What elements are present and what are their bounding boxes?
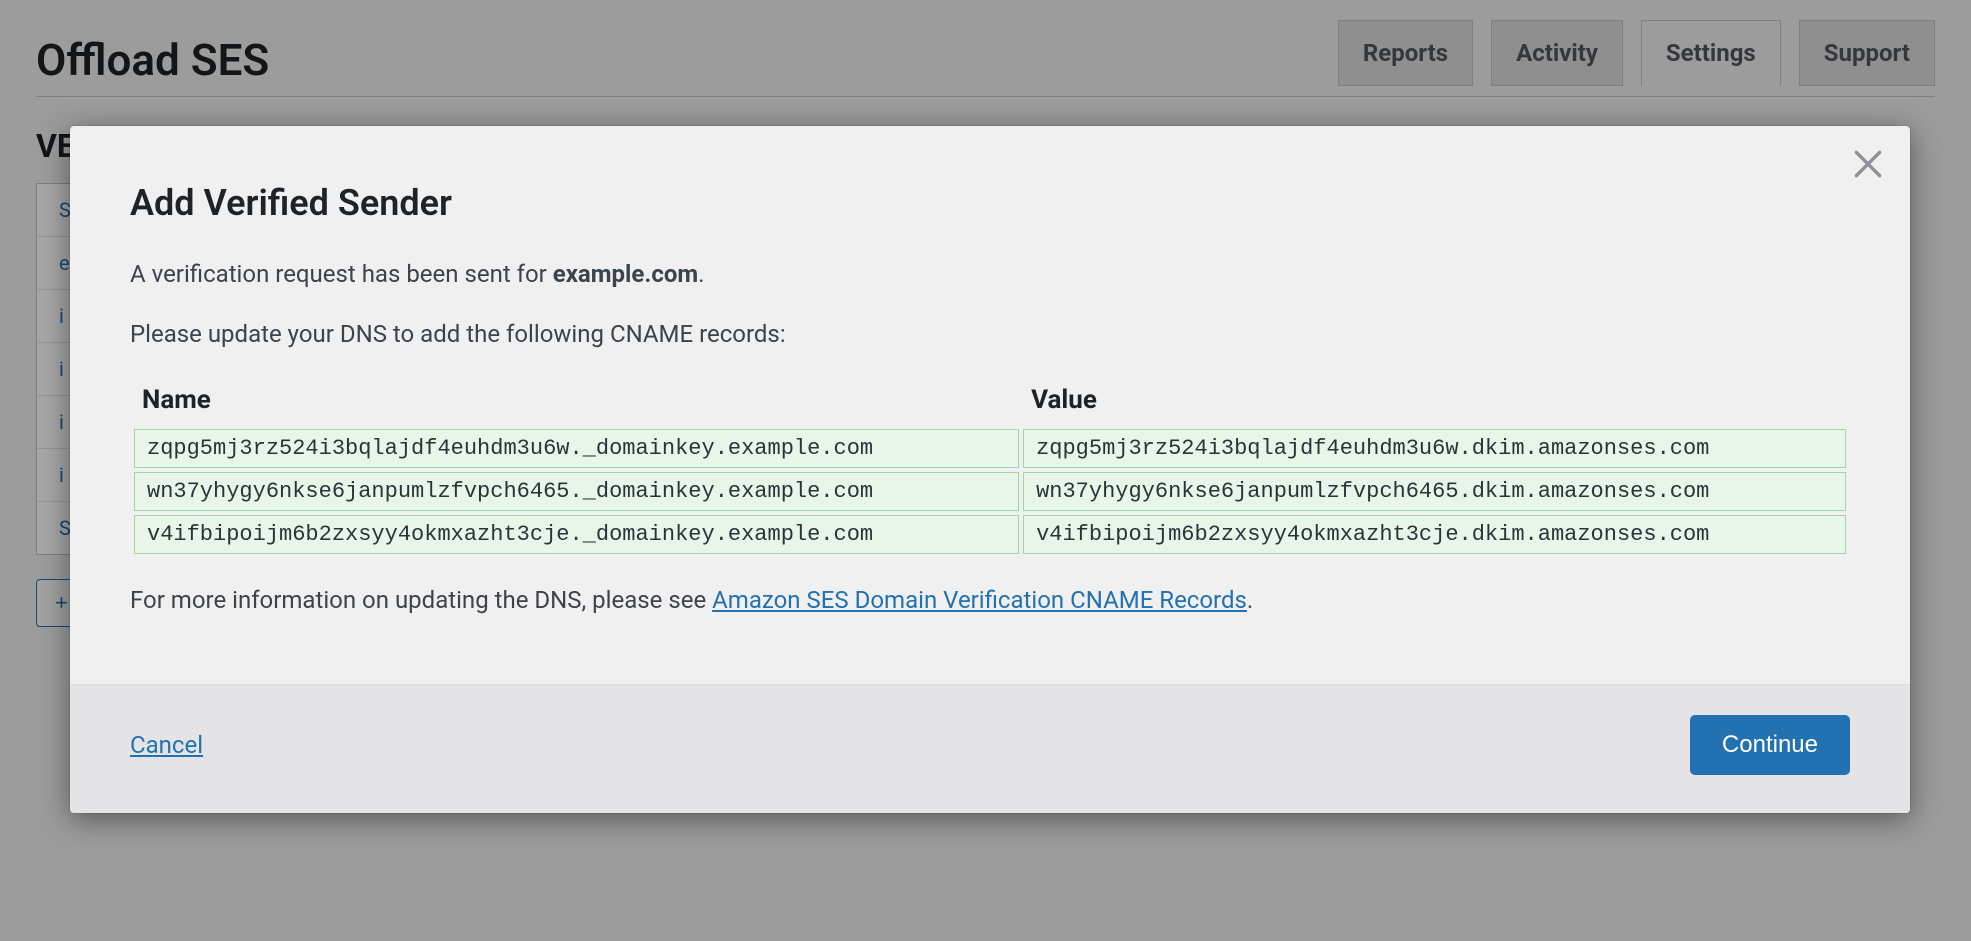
cname-name[interactable]: zqpg5mj3rz524i3bqlajdf4euhdm3u6w._domain…	[134, 429, 1019, 468]
verification-suffix: .	[698, 260, 704, 288]
modal-footer: Cancel Continue	[70, 684, 1910, 813]
column-header-value: Value	[1023, 381, 1846, 425]
cname-record-row: wn37yhygy6nkse6janpumlzfvpch6465._domain…	[134, 472, 1846, 511]
cancel-button[interactable]: Cancel	[130, 731, 203, 759]
modal-title: Add Verified Sender	[130, 182, 1850, 224]
verification-prefix: A verification request has been sent for	[130, 260, 553, 288]
add-verified-sender-modal: Add Verified Sender A verification reque…	[70, 126, 1910, 813]
more-info-prefix: For more information on updating the DNS…	[130, 586, 712, 614]
cname-record-row: v4ifbipoijm6b2zxsyy4okmxazht3cje._domain…	[134, 515, 1846, 554]
docs-link[interactable]: Amazon SES Domain Verification CNAME Rec…	[712, 586, 1247, 614]
more-info-suffix: .	[1247, 586, 1253, 614]
more-info-text: For more information on updating the DNS…	[130, 584, 1850, 618]
cname-value[interactable]: zqpg5mj3rz524i3bqlajdf4euhdm3u6w.dkim.am…	[1023, 429, 1846, 468]
cname-name[interactable]: v4ifbipoijm6b2zxsyy4okmxazht3cje._domain…	[134, 515, 1019, 554]
verification-domain: example.com	[553, 260, 698, 288]
cname-record-row: zqpg5mj3rz524i3bqlajdf4euhdm3u6w._domain…	[134, 429, 1846, 468]
continue-button[interactable]: Continue	[1690, 715, 1850, 775]
cname-name[interactable]: wn37yhygy6nkse6janpumlzfvpch6465._domain…	[134, 472, 1019, 511]
cname-value[interactable]: wn37yhygy6nkse6janpumlzfvpch6465.dkim.am…	[1023, 472, 1846, 511]
dns-instruction-text: Please update your DNS to add the follow…	[130, 318, 1850, 352]
cname-value[interactable]: v4ifbipoijm6b2zxsyy4okmxazht3cje.dkim.am…	[1023, 515, 1846, 554]
column-header-name: Name	[134, 381, 1019, 425]
cname-records-table: Name Value zqpg5mj3rz524i3bqlajdf4euhdm3…	[130, 377, 1850, 558]
verification-sent-text: A verification request has been sent for…	[130, 258, 1850, 292]
modal-body: Add Verified Sender A verification reque…	[70, 126, 1910, 684]
close-icon[interactable]	[1848, 144, 1888, 184]
